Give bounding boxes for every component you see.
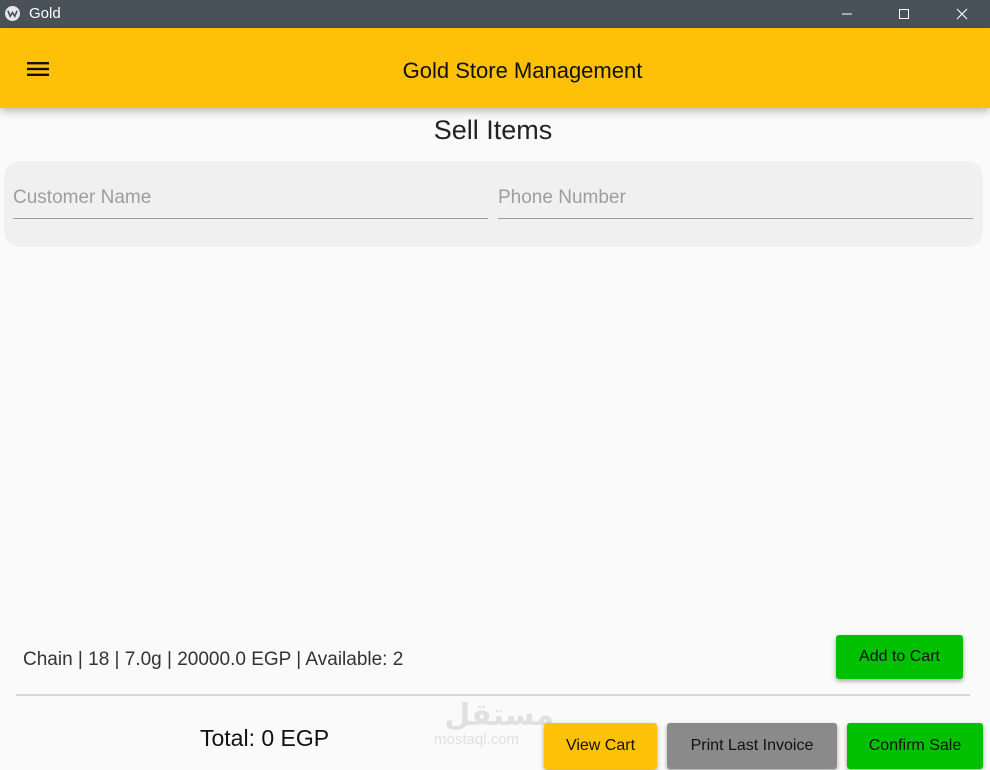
customer-name-input[interactable]: [13, 183, 488, 213]
app-bar: Gold Store Management: [0, 28, 990, 108]
confirm-sale-button[interactable]: Confirm Sale: [847, 723, 983, 769]
customer-form-card: [4, 161, 983, 247]
window-titlebar: Gold: [0, 0, 990, 28]
page-title: Sell Items: [433, 115, 553, 145]
view-cart-button[interactable]: View Cart: [544, 723, 657, 769]
customer-name-field: [13, 183, 488, 219]
phone-number-input[interactable]: [498, 183, 973, 213]
maximize-icon: [899, 9, 909, 19]
watermark-latin: mostaql.com: [434, 731, 520, 748]
close-icon: [956, 8, 968, 20]
print-last-invoice-button[interactable]: Print Last Invoice: [667, 723, 837, 769]
phone-number-field: [498, 183, 973, 219]
watermark-arabic: مستقل: [444, 699, 554, 732]
minimize-button[interactable]: [818, 0, 876, 28]
product-item-text: Chain | 18 | 7.0g | 20000.0 EGP | Availa…: [23, 649, 404, 670]
window-title: Gold: [29, 5, 61, 22]
add-to-cart-button[interactable]: Add to Cart: [836, 635, 963, 679]
minimize-icon: [842, 13, 852, 15]
divider: [16, 694, 970, 696]
watermark-logo: مستقل mostaql.com: [434, 700, 554, 748]
close-button[interactable]: [933, 0, 990, 28]
maximize-button[interactable]: [875, 0, 933, 28]
app-title: Gold Store Management: [402, 58, 643, 83]
cart-total: Total: 0 EGP: [200, 725, 330, 751]
app-logo-icon: [5, 6, 20, 21]
